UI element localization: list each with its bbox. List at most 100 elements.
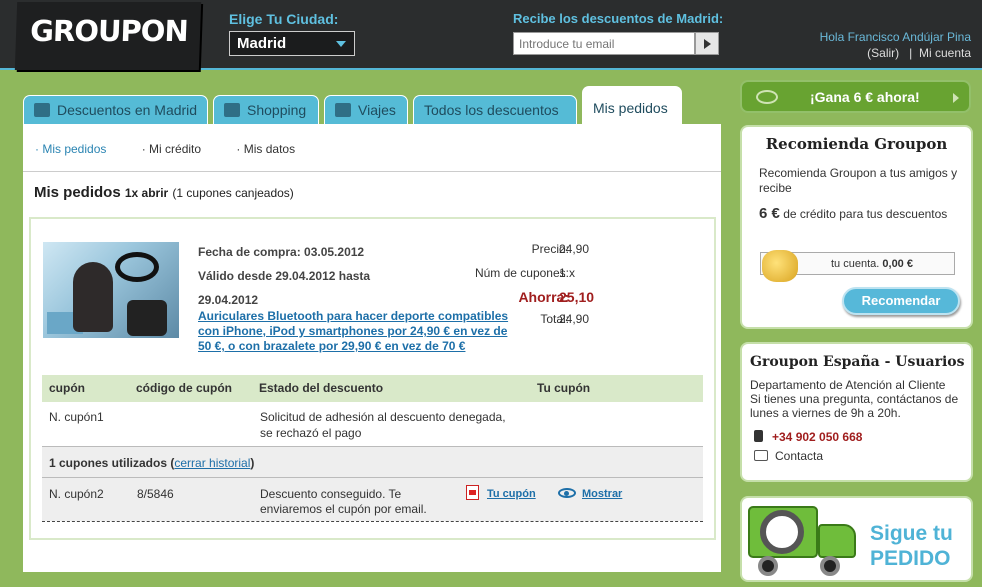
table-row: N. cupón1 Solicitud de adhesión al descu… [42,410,703,446]
email-input[interactable] [513,32,695,55]
credit-description: de crédito para tus descuentos [783,207,948,221]
truck-icon [748,502,858,580]
earn-banner-label: ¡Gana 6 € ahora! [810,89,920,105]
phone-icon [754,430,763,442]
show-coupon-link[interactable]: Mostrar [558,486,622,500]
recommend-title: Recomienda Groupon [765,135,948,153]
divider: | [909,46,913,60]
coupon-table-header: cupón código de cupón Estado del descuen… [42,375,703,402]
contact-link[interactable]: Contacta [754,449,823,463]
earn-banner[interactable]: ¡Gana 6 € ahora! [740,80,971,113]
users-title: Groupon España - Usuarios [750,354,965,370]
main-panel: · Mis pedidos · Mi crédito · Mis datos M… [23,124,721,572]
col-estado: Estado del descuento [259,381,384,395]
tab-label: Shopping [247,102,307,118]
chevron-right-icon [953,93,959,103]
tab-viajes[interactable]: Viajes [324,95,408,125]
credit-text: 6 € de crédito para tus descuentos [759,205,959,223]
price-value: 24,90 [559,242,590,256]
users-hours: Si tienes una pregunta, contáctanos de l… [750,392,959,420]
sub-navigation: · Mis pedidos · Mi crédito · Mis datos [35,142,327,156]
credit-amount: 6 € [759,205,780,222]
page-title-text: Mis pedidos [34,184,121,201]
greeting-text: Hola Francisco Andújar Pina [819,30,971,44]
logo-text: GROUPON [29,14,189,48]
account-value: 0,00 € [882,258,913,270]
subnav-mi-credito[interactable]: · Mi crédito [142,142,201,156]
coupon-id: N. cupón2 [49,487,104,501]
groupon-logo[interactable]: GROUPON [14,2,202,70]
tab-shopping[interactable]: Shopping [213,95,319,125]
coupon-id: N. cupón1 [49,410,104,424]
recommend-text: Recomienda Groupon a tus amigos y recibe [759,166,958,195]
coupon-code: 8/5846 [137,487,174,501]
mail-icon [754,450,768,461]
used-coupons-text: 1 cupones utilizados ( [49,456,175,470]
subnav-mis-pedidos[interactable]: · Mis pedidos [35,142,106,156]
coupon-count-label: Núm de cupones: [474,266,569,280]
top-header: GROUPON Elige Tu Ciudad: Madrid Recibe l… [0,0,982,70]
eye-icon [558,488,576,498]
users-text: Departamento de Atención al Cliente Si ti… [750,378,965,420]
coupon-count-value: 1 x [559,266,576,280]
recommend-button[interactable]: Recomendar [842,287,960,315]
email-label: Recibe los descuentos de Madrid: [513,11,724,26]
status-line-2: enviaremos el cupón por email. [260,502,427,516]
city-dropdown[interactable]: Madrid [229,31,355,56]
tab-label: Descuentos en Madrid [57,102,198,118]
used-suffix: ) [250,456,255,470]
users-dept: Departamento de Atención al Cliente [750,378,946,392]
user-greeting: Hola Francisco Andújar Pina (Salir) | Mi… [820,29,971,61]
table-row: N. cupón2 8/5846 Descuento conseguido. T… [42,478,703,521]
divider [42,521,703,522]
chevron-down-icon [336,41,346,47]
tab-mis-pedidos[interactable]: Mis pedidos [582,86,682,125]
email-submit-button[interactable] [695,32,719,55]
tab-label: Todos los descuentos [424,102,559,118]
deal-image[interactable] [43,242,179,338]
page-title: Mis pedidos 1x abrir (1 cupones canjeado… [34,184,294,201]
tab-label: Viajes [358,102,396,118]
shopping-bag-icon [224,103,240,117]
tab-descuentos-madrid[interactable]: Descuentos en Madrid [23,95,208,125]
show-link-label: Mostrar [582,488,623,500]
savings-value: 25,10 [559,289,595,305]
valid-from: Válido desde 29.04.2012 hasta [198,269,371,283]
phone-text: +34 902 050 668 [772,430,863,444]
tab-label: Mis pedidos [593,100,668,116]
pdf-coupon-link[interactable]: Tu cupón [466,485,536,500]
deal-title-link[interactable]: Auriculares Bluetooth para hacer deporte… [198,309,516,354]
subnav-mis-datos[interactable]: · Mis datos [236,142,295,156]
track-order-banner[interactable]: Sigue tu PEDIDO [740,496,973,582]
col-cupon: cupón [49,381,85,395]
contact-label: Contacta [775,449,824,463]
close-history-link[interactable]: cerrar historial [174,456,250,470]
total-value: 24,90 [559,312,590,326]
order-box: Fecha de compra: 03.05.2012 Válido desde… [29,217,716,540]
plane-icon [335,103,351,117]
track-order-line-2: PEDIDO [870,547,951,570]
status-line-2: se rechazó el pago [260,426,362,440]
order-count[interactable]: 1x abrir [125,186,168,200]
eye-icon [756,90,778,104]
divider [23,171,721,172]
col-codigo: código de cupón [136,381,232,395]
track-order-line-1: Sigue tu [870,522,953,545]
recommend-card: Recomienda Groupon Recomienda Groupon a … [740,125,973,329]
history-row: 1 cupones utilizados (cerrar historial) [42,447,703,477]
customer-service-card: Groupon España - Usuarios Departamento d… [740,342,973,482]
pdf-icon [466,485,479,500]
tab-todos-descuentos[interactable]: Todos los descuentos [413,95,577,125]
purchase-date: Fecha de compra: 03.05.2012 [198,245,365,259]
status-line-1: Solicitud de adhesión al descuento deneg… [260,410,506,424]
status-line-1: Descuento conseguido. Te [260,487,402,501]
logout-link[interactable]: (Salir) [867,46,899,60]
city-label: Elige Tu Ciudad: [229,11,339,27]
redeemed-note: (1 cupones canjeados) [172,186,294,200]
city-value: Madrid [237,35,287,52]
account-label: tu cuenta. [831,258,880,270]
tag-icon [34,103,50,117]
my-account-link[interactable]: Mi cuenta [919,46,971,60]
pdf-link-label: Tu cupón [487,488,536,500]
phone-number[interactable]: +34 902 050 668 [754,430,862,444]
